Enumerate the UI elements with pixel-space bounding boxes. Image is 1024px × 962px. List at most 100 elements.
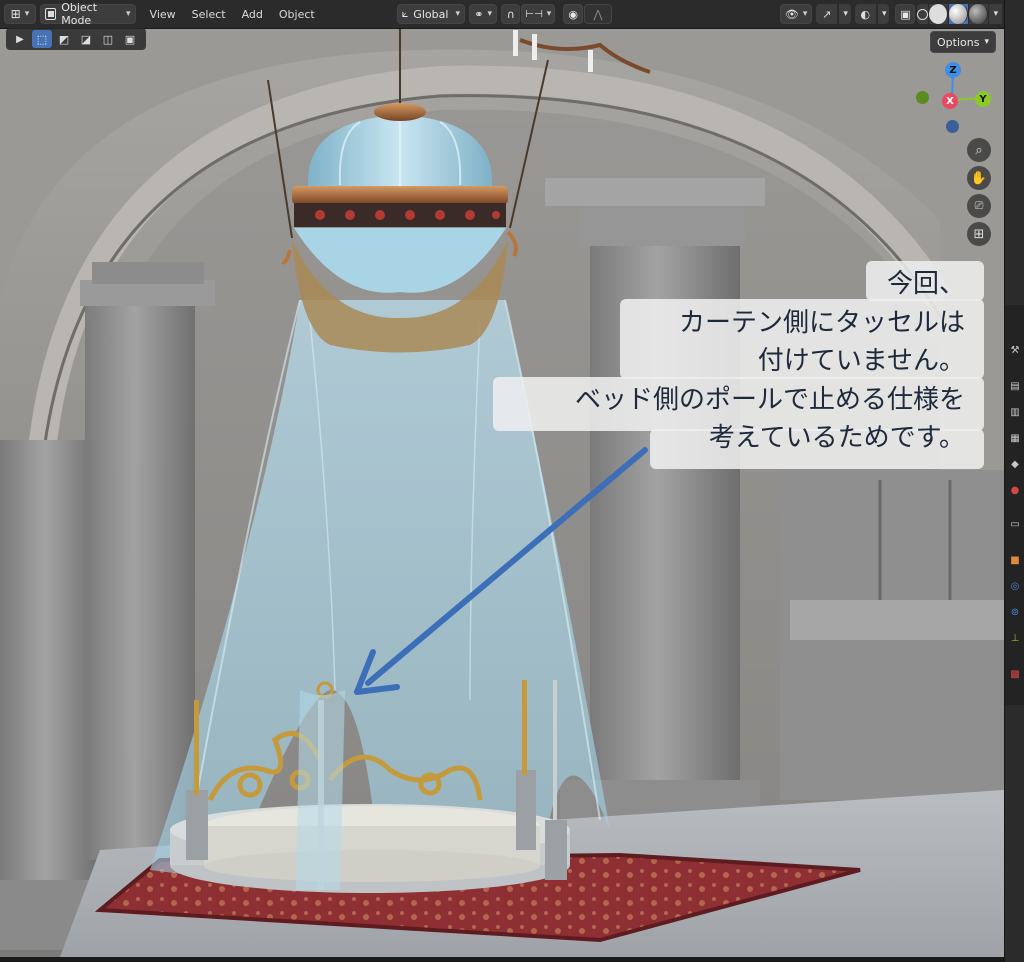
- overlay-icon: ◐: [854, 4, 877, 24]
- gizmo-arrow-icon: ↗: [816, 4, 839, 24]
- select-mode-intersect[interactable]: ▣: [120, 30, 140, 48]
- chevron-down-icon: ▾: [546, 9, 552, 19]
- overlay-toggle[interactable]: ◐: [854, 4, 878, 24]
- select-box-subtract-icon: ◪: [80, 32, 92, 46]
- menu-object[interactable]: Object: [273, 4, 321, 24]
- caption-line-5: 考えているためです。: [708, 423, 965, 453]
- zoom-icon: ⌕: [975, 142, 983, 158]
- properties-editor-edge: ⚒ ▤ ▥ ▦ ◆ ● ▭ ■ ◎ ⊚ ⊥ ▩: [1004, 0, 1024, 962]
- render-tab-icon[interactable]: ▤: [1009, 381, 1021, 393]
- navigation-gizmo[interactable]: Z Y X: [912, 60, 996, 140]
- menu-view[interactable]: View: [144, 4, 182, 24]
- chevron-down-icon: ▾: [455, 9, 461, 19]
- editor-type-icon: ⊞: [10, 7, 21, 21]
- chevron-down-icon: ▾: [984, 37, 989, 47]
- modifier-tab-icon[interactable]: ◎: [1009, 581, 1021, 593]
- gizmo-toggle[interactable]: ↗: [816, 4, 840, 24]
- annotation-arrow: [354, 447, 648, 695]
- snap-target-dropdown[interactable]: ⊢⊣ ▾: [521, 4, 556, 24]
- shading-group: ▾: [917, 4, 1004, 24]
- proportional-edit-toggle[interactable]: ◉: [563, 4, 583, 24]
- scene-tab-icon[interactable]: ◆: [1009, 459, 1021, 471]
- chevron-down-icon: ▾: [839, 4, 851, 24]
- menu-select[interactable]: Select: [186, 4, 232, 24]
- physics-tab-icon[interactable]: ⊚: [1009, 607, 1021, 619]
- select-box-extend-icon: ◩: [58, 32, 70, 46]
- camera-icon: ⎚: [974, 199, 984, 212]
- object-tab-icon[interactable]: ■: [1009, 555, 1021, 567]
- snap-magnet-icon: ∩: [506, 7, 515, 21]
- world-tab-icon[interactable]: ●: [1009, 485, 1021, 497]
- gizmo-z-axis[interactable]: Z: [945, 62, 961, 78]
- select-mode-new[interactable]: ⬚: [32, 30, 52, 48]
- zoom-button[interactable]: ⌕: [967, 138, 991, 162]
- annotation-caption: 今回、 カーテン側にタッセルは 付けていません。 ベッド側のポールで止める仕様を…: [470, 265, 965, 458]
- pan-button[interactable]: ✋: [967, 166, 991, 190]
- mode-dropdown[interactable]: Object Mode ▾: [39, 1, 136, 27]
- overlay-group: ◐ ▾: [854, 4, 890, 24]
- tool-select-cursor[interactable]: ▶: [10, 30, 30, 48]
- shading-solid-button[interactable]: [929, 4, 950, 24]
- visibility-dropdown[interactable]: 👁 ▾: [780, 4, 813, 24]
- shading-wireframe-button[interactable]: [917, 4, 930, 24]
- menu-add[interactable]: Add: [236, 4, 269, 24]
- gizmo-y-axis[interactable]: Y: [975, 91, 991, 107]
- caption-line-1: 今回、: [886, 269, 965, 299]
- overlay-dropdown[interactable]: ▾: [877, 4, 890, 24]
- tool-tab-icon[interactable]: ⚒: [1009, 345, 1021, 357]
- pivot-dropdown[interactable]: ⚭ ▾: [469, 4, 498, 24]
- caption-line-4: ベッド側のポールで止める仕様を: [574, 384, 965, 415]
- eye-visibility-icon: 👁: [784, 7, 799, 21]
- chevron-down-icon: ▾: [989, 4, 1004, 24]
- chevron-down-icon: ▾: [126, 9, 131, 19]
- output-tab-icon[interactable]: ▥: [1009, 407, 1021, 419]
- gizmo-group: ↗ ▾: [816, 4, 851, 24]
- grid-ortho-icon: ⊞: [973, 226, 985, 242]
- select-box-new-icon: ⬚: [36, 32, 48, 46]
- snap-toggle[interactable]: ∩: [501, 4, 521, 24]
- viewport-bottom-border: [0, 957, 1004, 962]
- chevron-down-icon: ▾: [877, 4, 890, 24]
- editor-type-dropdown[interactable]: ⊞ ▾: [4, 4, 36, 24]
- collection-tab-icon[interactable]: ▭: [1009, 519, 1021, 531]
- pivot-link-icon: ⚭: [474, 7, 484, 21]
- view-layer-tab-icon[interactable]: ▦: [1009, 433, 1021, 445]
- blender-window: ⊞ ▾ Object Mode ▾ View Select Add Object …: [0, 0, 1024, 962]
- gizmo-neg-z-axis[interactable]: [946, 120, 959, 133]
- mode-label: Object Mode: [61, 1, 98, 27]
- falloff-curve-icon: ⋀: [593, 7, 603, 21]
- gizmo-dropdown[interactable]: ▾: [839, 4, 851, 24]
- texture-tab-icon[interactable]: ▩: [1009, 669, 1021, 681]
- select-box-invert-icon: ◫: [102, 32, 114, 46]
- object-mode-icon: [44, 8, 57, 20]
- shading-rendered-button[interactable]: [969, 4, 990, 24]
- select-cursor-icon: ▶: [16, 33, 24, 45]
- xray-icon: ▣: [900, 7, 911, 21]
- 3d-viewport[interactable]: [0, 29, 1004, 957]
- shading-dropdown[interactable]: ▾: [989, 4, 1004, 24]
- constraints-tab-icon[interactable]: ⊥: [1009, 633, 1021, 645]
- options-dropdown[interactable]: Options ▾: [930, 31, 996, 53]
- gizmo-neg-y-axis[interactable]: [916, 91, 929, 104]
- options-label: Options: [937, 35, 980, 49]
- xray-toggle[interactable]: ▣: [895, 4, 916, 24]
- chevron-down-icon: ▾: [802, 9, 808, 19]
- shading-material-button[interactable]: [949, 4, 970, 24]
- falloff-dropdown[interactable]: ⋀: [583, 4, 613, 24]
- orientation-dropdown[interactable]: ⟀ Global ▾: [396, 4, 466, 24]
- caption-line-2: カーテン側にタッセルは: [678, 307, 965, 338]
- camera-view-button[interactable]: ⎚: [967, 194, 991, 218]
- ortho-toggle-button[interactable]: ⊞: [967, 222, 991, 246]
- select-mode-invert[interactable]: ◫: [98, 30, 118, 48]
- wireframe-sphere-icon: [917, 8, 929, 20]
- properties-header: [1005, 0, 1024, 28]
- proportional-edit-icon: ◉: [568, 7, 578, 21]
- select-mode-extend[interactable]: ◩: [54, 30, 74, 48]
- material-sphere-icon: [949, 4, 969, 24]
- solid-sphere-icon: [929, 4, 949, 24]
- orientation-label: Global: [413, 7, 449, 21]
- caption-line-3: 付けていません。: [757, 346, 965, 376]
- gizmo-x-axis[interactable]: X: [942, 93, 958, 109]
- viewport-header: ⊞ ▾ Object Mode ▾ View Select Add Object …: [0, 0, 1004, 29]
- select-mode-subtract[interactable]: ◪: [76, 30, 96, 48]
